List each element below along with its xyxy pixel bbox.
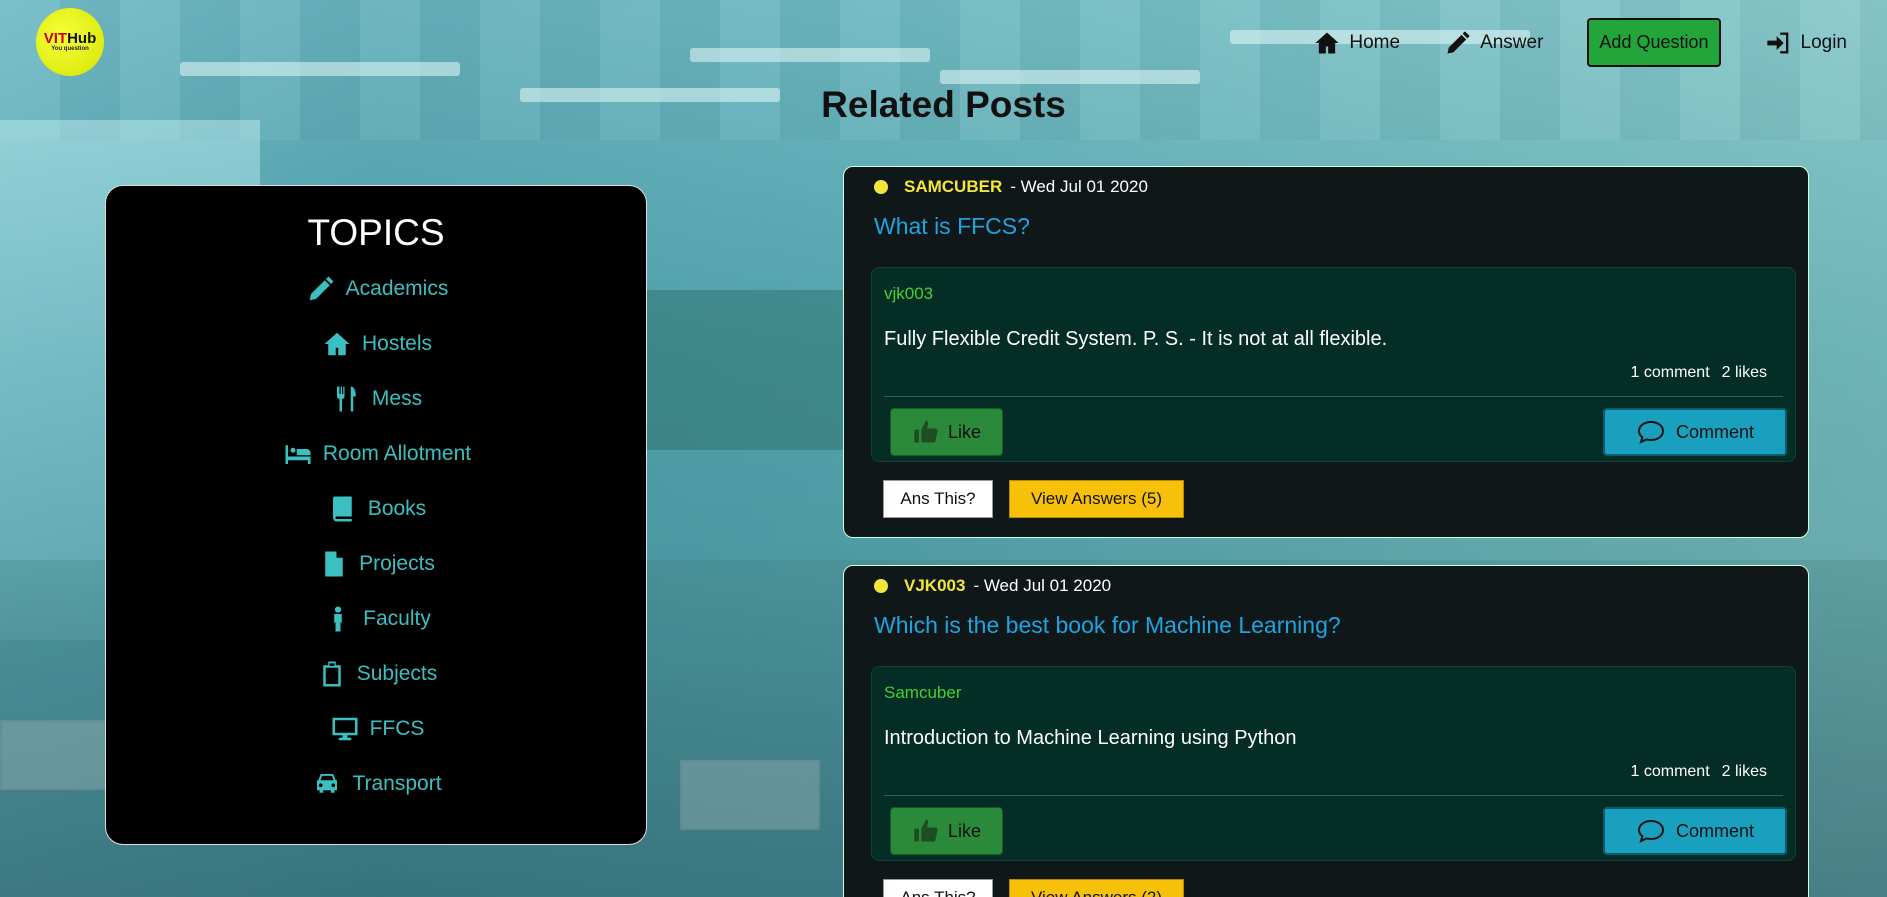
post-author[interactable]: VJK003 (904, 576, 965, 596)
desktop-icon (332, 717, 358, 741)
sign-in-icon (1766, 32, 1788, 53)
answer-stats: 1 comment 2 likes (1631, 763, 1768, 781)
post-meta: VJK003 - Wed Jul 01 2020 (874, 576, 1111, 596)
post-card: VJK003 - Wed Jul 01 2020 Which is the be… (843, 565, 1809, 897)
post-date: - Wed Jul 01 2020 (1010, 177, 1148, 196)
view-answers-button[interactable]: View Answers (5) (1009, 480, 1184, 518)
divider (884, 396, 1783, 397)
background-ceiling-light (940, 70, 1200, 84)
nav-home-link[interactable]: Home (1313, 29, 1400, 57)
background-ceiling-light (690, 48, 930, 62)
topic-label: Subjects (356, 662, 438, 685)
thumbs-up-icon (914, 819, 938, 842)
car-icon (317, 774, 338, 793)
topics-panel: TOPICS Academics Hostels Mess Room Allot… (105, 185, 647, 845)
answer-author[interactable]: Samcuber (884, 683, 961, 703)
comment-label: Comment (1675, 421, 1755, 442)
background-desk (680, 760, 820, 830)
post-meta: SAMCUBER - Wed Jul 01 2020 (874, 177, 1148, 197)
file-icon (325, 551, 343, 577)
utensils-icon (336, 386, 356, 412)
like-count: 2 likes (1721, 763, 1767, 780)
comment-label: Comment (1675, 820, 1755, 841)
answer-this-button[interactable]: Ans This? (883, 879, 993, 897)
book-icon (332, 496, 352, 522)
topic-hostels[interactable]: Hostels (106, 329, 648, 359)
topic-label: Mess (371, 387, 423, 410)
top-navigation: Home Answer Add Question Login (1269, 18, 1847, 67)
post-question-link[interactable]: What is FFCS? (874, 213, 1030, 240)
logo-text-vit: VIT (43, 30, 68, 47)
user-icon (874, 579, 888, 593)
comment-button[interactable]: Comment (1603, 807, 1787, 855)
nav-answer-link[interactable]: Answer (1444, 29, 1543, 57)
pencil-icon (1447, 30, 1470, 53)
topic-academics[interactable]: Academics (106, 274, 648, 304)
like-button[interactable]: Like (890, 807, 1003, 855)
view-answers-button[interactable]: View Answers (2) (1009, 879, 1184, 897)
home-icon (1315, 32, 1340, 53)
topic-label: Academics (345, 277, 449, 300)
topic-faculty[interactable]: Faculty (106, 604, 648, 634)
like-button[interactable]: Like (890, 408, 1003, 456)
home-icon (324, 332, 350, 356)
site-logo[interactable]: VITHub You question (36, 8, 104, 76)
person-icon (334, 606, 342, 632)
comment-icon (1637, 819, 1664, 843)
topic-label: Books (367, 497, 427, 520)
topic-subjects[interactable]: Subjects (106, 659, 648, 689)
logo-text-hub: Hub (67, 30, 97, 47)
divider (884, 795, 1783, 796)
answer-this-button[interactable]: Ans This? (883, 480, 993, 518)
background-chalkboard (620, 290, 860, 450)
post-question-link[interactable]: Which is the best book for Machine Learn… (874, 612, 1341, 639)
page-title: Related Posts (821, 84, 1066, 125)
answer-stats: 1 comment 2 likes (1631, 364, 1768, 382)
topic-books[interactable]: Books (106, 494, 648, 524)
topic-label: Transport (352, 772, 442, 795)
answer-author[interactable]: vjk003 (884, 284, 933, 304)
user-icon (874, 180, 888, 194)
thumbs-up-icon (914, 420, 938, 443)
comment-count: 1 comment (1630, 763, 1710, 780)
nav-login-label: Login (1800, 31, 1848, 53)
nav-answer-label: Answer (1480, 31, 1544, 53)
topic-label: Faculty (363, 607, 431, 630)
answer-box: vjk003 Fully Flexible Credit System. P. … (871, 267, 1796, 462)
topics-title: TOPICS (307, 212, 445, 253)
post-author[interactable]: SAMCUBER (904, 177, 1002, 197)
topic-label: Hostels (361, 332, 433, 355)
answer-text: Introduction to Machine Learning using P… (884, 727, 1297, 749)
like-count: 2 likes (1721, 364, 1767, 381)
like-label: Like (947, 421, 982, 442)
comment-count: 1 comment (1630, 364, 1710, 381)
like-label: Like (947, 820, 982, 841)
add-question-button[interactable]: Add Question (1587, 18, 1721, 67)
logo-tagline: You question (51, 46, 89, 52)
nav-home-label: Home (1349, 31, 1401, 53)
topic-transport[interactable]: Transport (106, 769, 648, 799)
background-ceiling-light (180, 62, 460, 76)
post-date: - Wed Jul 01 2020 (973, 576, 1112, 595)
nav-login-link[interactable]: Login (1765, 29, 1848, 57)
comment-button[interactable]: Comment (1603, 408, 1787, 456)
clipboard-icon (322, 661, 341, 687)
answer-box: Samcuber Introduction to Machine Learnin… (871, 666, 1796, 861)
topic-room-allotment[interactable]: Room Allotment (106, 439, 648, 469)
comment-icon (1637, 420, 1664, 444)
topic-ffcs[interactable]: FFCS (106, 714, 648, 744)
post-card: SAMCUBER - Wed Jul 01 2020 What is FFCS?… (843, 166, 1809, 538)
topic-label: Room Allotment (322, 442, 472, 465)
topic-mess[interactable]: Mess (106, 384, 648, 414)
topic-projects[interactable]: Projects (106, 549, 648, 579)
topic-label: FFCS (369, 717, 425, 740)
topic-label: Projects (359, 552, 435, 575)
bed-icon (285, 445, 311, 464)
answer-text: Fully Flexible Credit System. P. S. - It… (884, 328, 1388, 350)
pencil-icon (309, 276, 334, 301)
